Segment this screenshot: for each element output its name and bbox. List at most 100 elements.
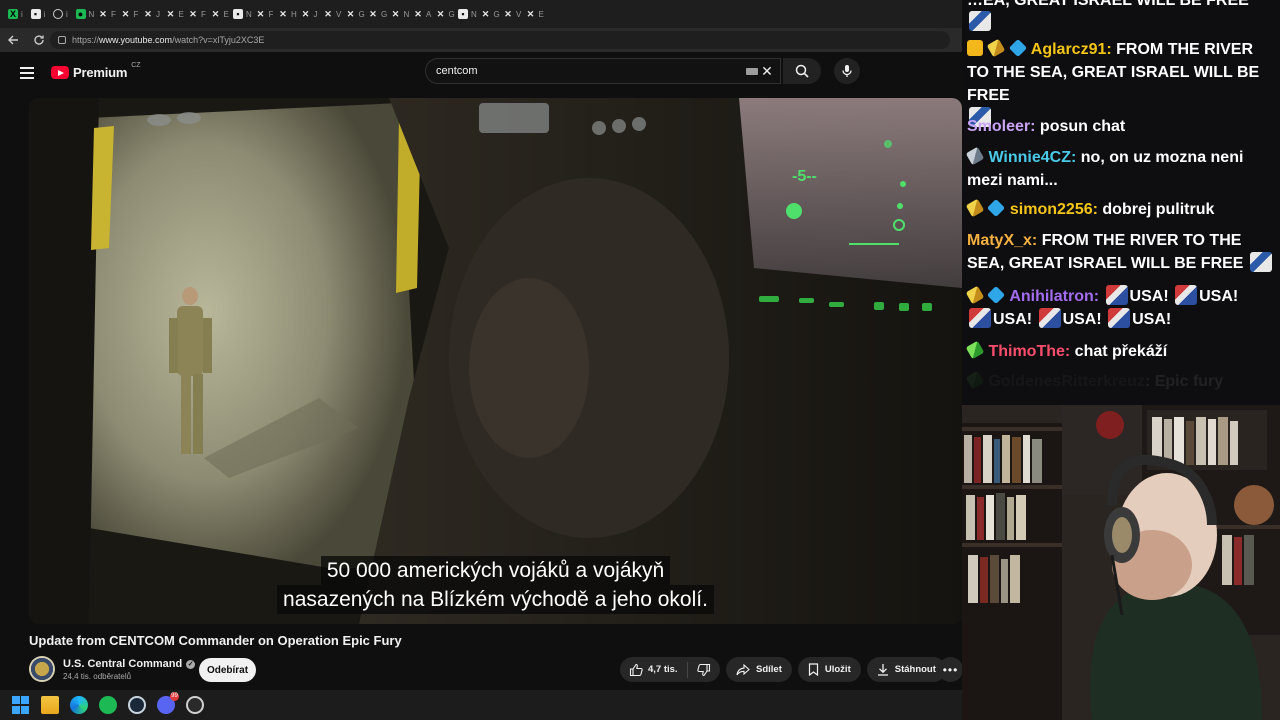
browser-tab[interactable]: ● N <box>75 3 99 25</box>
windows-start-icon[interactable] <box>12 696 30 714</box>
browser-tab[interactable]: ✕ G <box>481 3 504 25</box>
chat-message: Anihilatron: USA! USA! USA! USA! USA! <box>965 285 1279 331</box>
tab-title: E <box>178 9 184 19</box>
youtube-play-icon <box>51 66 69 79</box>
thumbs-up-icon <box>629 663 643 676</box>
like-button[interactable]: 4,7 tis. <box>620 657 687 682</box>
youtube-logo[interactable]: Premium CZ <box>51 62 141 80</box>
file-explorer-icon[interactable] <box>41 696 59 714</box>
cube-badge-icon <box>1008 38 1027 58</box>
edge-browser-icon[interactable] <box>70 696 88 714</box>
tab-title: N <box>246 9 252 19</box>
x-icon: ✕ <box>144 9 152 19</box>
browser-tab[interactable]: ✕ A <box>413 3 436 25</box>
url-field[interactable]: https://www.youtube.com/watch?v=xlTyju2X… <box>50 31 950 49</box>
steam-icon[interactable] <box>128 696 146 714</box>
chat-username[interactable]: MatyX_x <box>967 232 1032 249</box>
browser-tab[interactable]: ▪ N <box>458 3 481 25</box>
browser-tab[interactable]: ▪ N <box>233 3 256 25</box>
x-icon: ✕ <box>301 9 310 19</box>
chat-username[interactable]: Anihilatron <box>1009 288 1093 305</box>
subscribe-button[interactable]: Odebírat <box>199 658 256 682</box>
video-player[interactable]: -5-- 50 000 amerických vojáků a vojákyň … <box>29 98 962 624</box>
chat-message: Smoleer: posun chat <box>967 118 1126 135</box>
share-label: Sdílet <box>756 664 782 675</box>
site-info-icon[interactable] <box>58 36 66 44</box>
clear-search-icon[interactable]: ✕ <box>759 63 775 79</box>
browser-tab[interactable]: ✕ G <box>346 3 369 25</box>
x-icon: ✕ <box>481 9 490 19</box>
discord-badge: 99 <box>170 692 179 701</box>
keyboard-icon[interactable] <box>746 68 758 75</box>
menu-icon[interactable] <box>20 67 34 79</box>
chat-username[interactable]: Smoleer <box>967 118 1030 135</box>
save-button[interactable]: Uložit <box>797 657 861 682</box>
browser-tab[interactable]: ✕ N <box>391 3 414 25</box>
browser-tab[interactable]: ✕ E <box>526 3 549 25</box>
browser-tab[interactable]: ✕ E <box>211 3 234 25</box>
x-icon: ✕ <box>369 9 377 19</box>
pill-badge-icon <box>965 370 985 390</box>
white-square-icon: ▪ <box>233 9 243 19</box>
browser-tab[interactable]: ✕ J <box>301 3 324 25</box>
obs-icon[interactable] <box>186 696 204 714</box>
discord-icon[interactable]: 99 <box>157 692 179 714</box>
browser-tab[interactable]: Xi <box>8 3 31 25</box>
x-icon: ✕ <box>189 9 197 19</box>
tab-title: A <box>426 9 432 19</box>
browser-tab[interactable]: ✕ H <box>278 3 301 25</box>
browser-tab[interactable]: ✕ G <box>436 3 459 25</box>
browser-tab[interactable]: ✕ V <box>503 3 526 25</box>
chat-text: …EA, GREAT ISRAEL WILL BE FREE <box>967 0 1249 9</box>
reload-button[interactable] <box>26 28 52 52</box>
x-icon: ✕ <box>391 9 400 19</box>
streamer-webcam <box>962 405 1280 720</box>
action-buttons: Sdílet Uložit Stáhnout <box>726 657 946 682</box>
channel-name-link[interactable]: U.S. Central Command ✓ <box>63 658 196 670</box>
download-button[interactable]: Stáhnout <box>866 657 946 682</box>
x-icon: ✕ <box>99 9 107 19</box>
back-button[interactable] <box>0 28 26 52</box>
tab-title: J <box>313 9 318 19</box>
svg-text:-5--: -5-- <box>792 168 817 185</box>
browser-window: Xi ▪ i i ● N ✕ F ✕ F ✕ J ✕ E ✕ F ✕ E ▪ N ✕ F ✕ H ✕ J ✕ V ✕ G ✕ G ✕ N ✕ A ✕ G ▪… <box>0 0 963 690</box>
chat-username[interactable]: Aglarcz91 <box>1031 41 1107 58</box>
chat-text: USA! <box>993 311 1033 328</box>
chat-username[interactable]: GoldenesRitterkreuz <box>988 373 1144 390</box>
tab-title: i <box>43 9 46 19</box>
browser-tab[interactable]: ✕ G <box>368 3 391 25</box>
browser-tab[interactable]: ✕ E <box>166 3 189 25</box>
browser-tab[interactable]: ✕ V <box>323 3 346 25</box>
voice-search-button[interactable] <box>834 58 860 84</box>
x-icon: ✕ <box>526 9 535 19</box>
x-icon: ✕ <box>324 9 332 19</box>
browser-tab[interactable]: i <box>53 3 76 25</box>
x-icon: ✕ <box>346 9 355 19</box>
browser-tab[interactable]: ▪ i <box>30 3 54 25</box>
x-icon: ✕ <box>504 9 512 19</box>
tab-title: G <box>493 9 500 19</box>
browser-tab[interactable]: ✕ F <box>256 3 279 25</box>
chat-username[interactable]: Winnie4CZ <box>988 149 1071 166</box>
dislike-button[interactable] <box>688 657 720 682</box>
chat-username[interactable]: ThimoThe <box>988 343 1064 360</box>
thumbs-down-icon <box>696 663 710 676</box>
search-button[interactable] <box>783 58 821 84</box>
channel-name: U.S. Central Command <box>63 658 183 670</box>
browser-tab[interactable]: ✕ F <box>188 3 211 25</box>
spotify-icon[interactable] <box>99 696 117 714</box>
search-input[interactable]: centcom ✕ <box>425 58 781 84</box>
share-button[interactable]: Sdílet <box>726 657 792 682</box>
chat-text: posun chat <box>1039 118 1126 135</box>
usa-emote-icon <box>1175 285 1198 305</box>
more-actions-button[interactable]: ••• <box>938 657 963 682</box>
bookmark-icon <box>808 663 818 676</box>
chat-message: simon2256: dobrej pulitruk <box>965 198 1279 221</box>
chat-username[interactable]: simon2256 <box>1010 201 1093 218</box>
subscriber-count: 24,4 tis. odběratelů <box>63 672 132 681</box>
country-code: CZ <box>131 62 141 69</box>
browser-tab[interactable]: ✕ F <box>98 3 121 25</box>
browser-tab[interactable]: ✕ J <box>143 3 166 25</box>
browser-tab[interactable]: ✕ F <box>121 3 144 25</box>
channel-avatar[interactable] <box>29 656 55 682</box>
